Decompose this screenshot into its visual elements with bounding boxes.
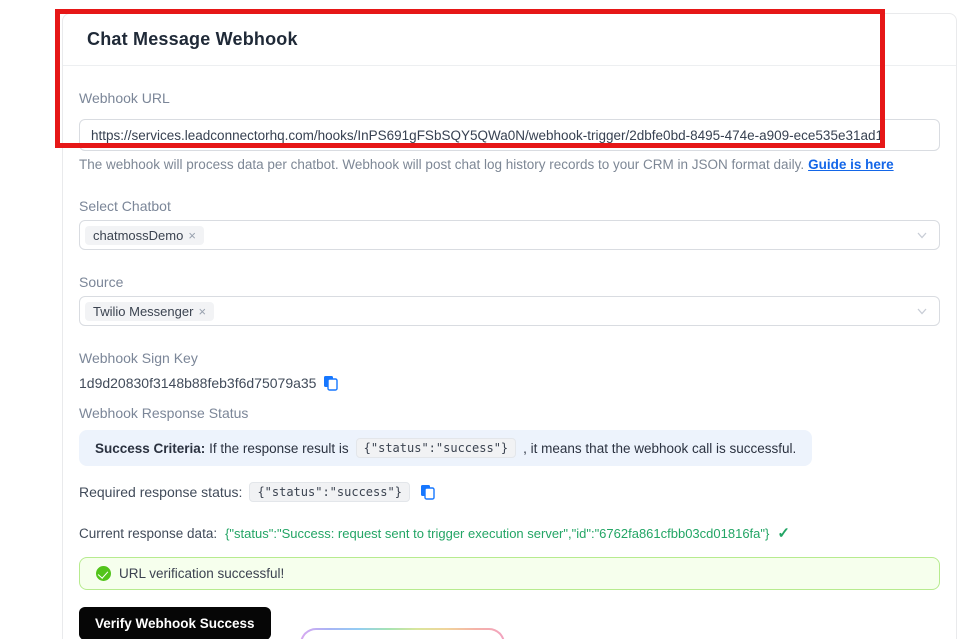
page-title: Chat Message Webhook [87,29,298,49]
required-response-code: {"status":"success"} [249,482,410,502]
criteria-code: {"status":"success"} [355,438,517,458]
remove-chatbot-icon[interactable]: × [188,229,196,242]
guide-link[interactable]: Guide is here [808,157,894,172]
criteria-text-post: , it means that the webhook call is succ… [523,440,797,456]
chevron-down-icon [917,232,927,239]
chatbot-tag: chatmossDemo × [85,225,204,245]
response-status-label: Webhook Response Status [79,405,249,421]
success-criteria-box: Success Criteria: If the response result… [79,430,813,466]
remove-source-icon[interactable]: × [198,305,206,318]
source-select[interactable]: Twilio Messenger × [79,296,940,326]
card-body: Webhook URL The webhook will process dat… [63,66,956,639]
source-tag: Twilio Messenger × [85,301,215,321]
copy-icon[interactable] [323,375,339,391]
current-response-label: Current response data: [79,525,218,541]
criteria-title: Success Criteria: [95,440,206,456]
current-response-row: Current response data: {"status":"Succes… [79,524,940,542]
webhook-url-label: Webhook URL [79,90,170,106]
current-response-value: {"status":"Success: request sent to trig… [225,525,770,541]
page: Chat Message Webhook Webhook URL The web… [0,0,974,639]
webhook-url-input[interactable] [79,119,940,151]
rainbow-border-panel [300,628,505,639]
required-response-label: Required response status: [79,484,243,500]
card-header: Chat Message Webhook [63,14,956,66]
verify-webhook-button[interactable]: Verify Webhook Success [79,607,271,639]
url-verification-alert: URL verification successful! [79,557,940,590]
chatbot-tag-label: chatmossDemo [93,227,184,243]
chatbot-select[interactable]: chatmossDemo × [79,220,940,250]
source-label: Source [79,274,124,290]
help-text: The webhook will process data per chatbo… [79,157,805,172]
alert-message: URL verification successful! [119,566,285,581]
criteria-text-pre: If the response result is [209,440,349,456]
required-response-row: Required response status: {"status":"suc… [79,482,940,502]
webhook-help-text: The webhook will process data per chatbo… [79,157,940,172]
sign-key-label: Webhook Sign Key [79,350,198,366]
webhook-settings-card: Chat Message Webhook Webhook URL The web… [62,13,957,639]
sign-key-row: 1d9d20830f3148b88feb3f6d75079a35 [79,375,940,391]
check-icon: ✓ [777,525,790,542]
select-chatbot-label: Select Chatbot [79,198,171,214]
chevron-down-icon [917,308,927,315]
copy-icon[interactable] [420,484,435,500]
source-tag-label: Twilio Messenger [93,303,194,319]
sign-key-value: 1d9d20830f3148b88feb3f6d75079a35 [79,375,317,391]
success-check-icon [96,566,111,581]
